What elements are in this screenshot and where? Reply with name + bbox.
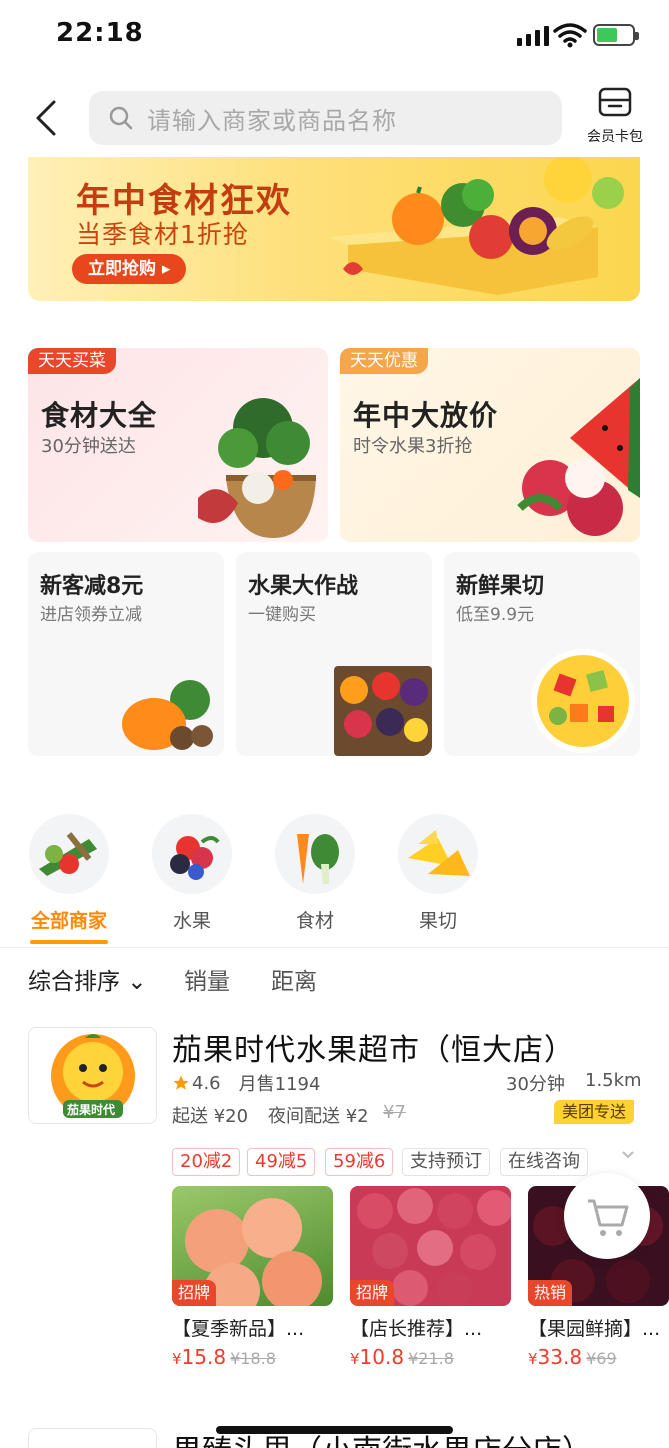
active-category-indicator xyxy=(30,940,108,944)
tile-title: 水果大作战 xyxy=(248,574,359,599)
berries-category-icon xyxy=(152,814,232,894)
sort-sales[interactable]: 销量 xyxy=(184,962,230,996)
product-badge: 热销 xyxy=(528,1280,573,1306)
product-name: 【果园鲜摘】... xyxy=(528,1318,661,1340)
tile-title: 新客减8元 xyxy=(40,574,144,599)
tile-mid-year-sale[interactable]: 天天优惠 年中大放价 时令水果3折抢 xyxy=(340,348,640,542)
member-card-label: 会员卡包 xyxy=(587,129,643,145)
product-price: 15.8 xyxy=(181,1345,227,1369)
pumpkin-illustration xyxy=(122,680,213,750)
search-icon xyxy=(109,106,133,130)
category-cut-fruit[interactable]: 果切 xyxy=(398,814,478,933)
product-card[interactable]: 招牌 【夏季新品】... ¥15.8 ¥18.8 xyxy=(172,1186,333,1369)
sort-comprehensive[interactable]: 综合排序 ⌄ xyxy=(28,962,147,996)
store-logo[interactable]: 茄果时代 xyxy=(28,1027,157,1124)
vegetables-category-icon xyxy=(29,814,109,894)
tile-title: 年中大放价 xyxy=(353,399,499,432)
product-card[interactable]: 招牌 【店长推荐】... ¥10.8 ¥21.8 xyxy=(350,1186,511,1369)
tag-daily-deals: 天天优惠 xyxy=(340,348,428,374)
member-card-button[interactable]: 会员卡包 xyxy=(580,86,650,146)
product-badge: 招牌 xyxy=(172,1280,217,1306)
meituan-delivery-badge: 美团专送 xyxy=(554,1100,635,1124)
category-label: 食材 xyxy=(295,910,334,932)
category-all-stores[interactable]: 全部商家 xyxy=(29,814,109,933)
product-old-price: ¥18.8 xyxy=(230,1349,276,1368)
tile-food-ingredients[interactable]: 天天买菜 食材大全 30分钟送达 xyxy=(28,348,328,542)
next-store-logo[interactable] xyxy=(28,1428,157,1448)
pineapple-category-icon xyxy=(398,814,478,894)
tile-new-customer[interactable]: 新客减8元 进店领券立减 xyxy=(28,552,224,756)
category-ingredients[interactable]: 食材 xyxy=(275,814,355,933)
sort-distance[interactable]: 距离 xyxy=(271,962,317,996)
tile-title: 新鲜果切 xyxy=(456,574,545,599)
tile-subtitle: 30分钟送达 xyxy=(41,436,136,457)
fruit-bowl-illustration xyxy=(531,649,635,753)
cart-icon xyxy=(588,1199,629,1236)
category-label: 果切 xyxy=(418,910,457,932)
tile-fruit-battle[interactable]: 水果大作战 一键购买 xyxy=(236,552,432,756)
banner-subtitle: 当季食材1折抢 xyxy=(76,220,249,249)
product-name: 【店长推荐】... xyxy=(350,1318,483,1340)
discount-tag: 49减5 xyxy=(247,1148,316,1176)
tag-daily-grocery: 天天买菜 xyxy=(28,348,116,374)
signal-icon xyxy=(517,26,549,46)
discount-tag: 59减6 xyxy=(325,1148,394,1176)
chevron-down-icon[interactable] xyxy=(620,1148,636,1162)
tile-subtitle: 一键购买 xyxy=(248,605,316,625)
store-rating: 4.6 月售1194 xyxy=(172,1070,320,1096)
search-input[interactable]: 请输入商家或商品名称 xyxy=(89,91,562,145)
product-image-peach: 招牌 xyxy=(172,1186,333,1306)
tile-subtitle: 时令水果3折抢 xyxy=(353,436,473,457)
home-indicator xyxy=(216,1426,453,1434)
buy-now-button[interactable]: 立即抢购 ▸ xyxy=(72,254,187,284)
min-order: 起送 ¥20 xyxy=(172,1106,249,1127)
store-logo-text: 茄果时代 xyxy=(67,1103,116,1117)
product-old-price: ¥69 xyxy=(586,1349,617,1368)
store-name[interactable]: 茄果时代水果超市（恒大店） xyxy=(172,1025,575,1069)
product-image-lychee: 招牌 xyxy=(350,1186,511,1306)
product-name: 【夏季新品】... xyxy=(172,1318,305,1340)
wifi-icon xyxy=(553,23,587,48)
tile-subtitle: 进店领券立减 xyxy=(40,605,142,625)
star-icon xyxy=(173,1075,189,1090)
tile-subtitle: 低至9.9元 xyxy=(456,605,535,625)
fruit-box-illustration xyxy=(334,666,432,756)
search-placeholder: 请输入商家或商品名称 xyxy=(147,106,397,135)
produce-illustration xyxy=(328,157,624,295)
watermelon-lychee-illustration xyxy=(517,378,640,536)
feature-tag: 支持预订 xyxy=(402,1148,490,1176)
product-old-price: ¥21.8 xyxy=(408,1349,454,1368)
night-delivery-fee-old: ¥7 xyxy=(383,1102,406,1123)
rating-value: 4.6 xyxy=(192,1072,221,1094)
delivery-time: 30分钟 xyxy=(506,1074,565,1095)
discount-tag: 20减2 xyxy=(172,1148,241,1176)
cart-button[interactable] xyxy=(564,1173,650,1259)
battery-icon xyxy=(593,24,639,46)
product-badge: 招牌 xyxy=(350,1280,395,1306)
category-fruit[interactable]: 水果 xyxy=(152,814,232,933)
night-delivery-fee: 夜间配送 ¥2 xyxy=(268,1106,369,1127)
store-distance: 1.5km xyxy=(585,1070,642,1091)
carrot-bokchoy-category-icon xyxy=(275,814,355,894)
tile-fresh-cut-fruit[interactable]: 新鲜果切 低至9.9元 xyxy=(444,552,640,756)
wallet-icon xyxy=(598,87,632,117)
tile-title: 食材大全 xyxy=(41,399,158,432)
feature-tag: 在线咨询 xyxy=(500,1148,588,1176)
monthly-sales: 月售1194 xyxy=(238,1074,321,1095)
product-price: 10.8 xyxy=(359,1345,405,1369)
category-label: 全部商家 xyxy=(30,910,107,932)
product-price: 33.8 xyxy=(537,1345,583,1369)
promo-banner[interactable]: 年中食材狂欢 当季食材1折抢 立即抢购 ▸ xyxy=(28,157,640,301)
vegetable-basket-illustration xyxy=(198,398,316,538)
divider xyxy=(0,947,669,948)
category-label: 水果 xyxy=(172,910,211,932)
status-time: 22:18 xyxy=(56,18,144,48)
back-arrow-icon[interactable] xyxy=(30,98,64,138)
